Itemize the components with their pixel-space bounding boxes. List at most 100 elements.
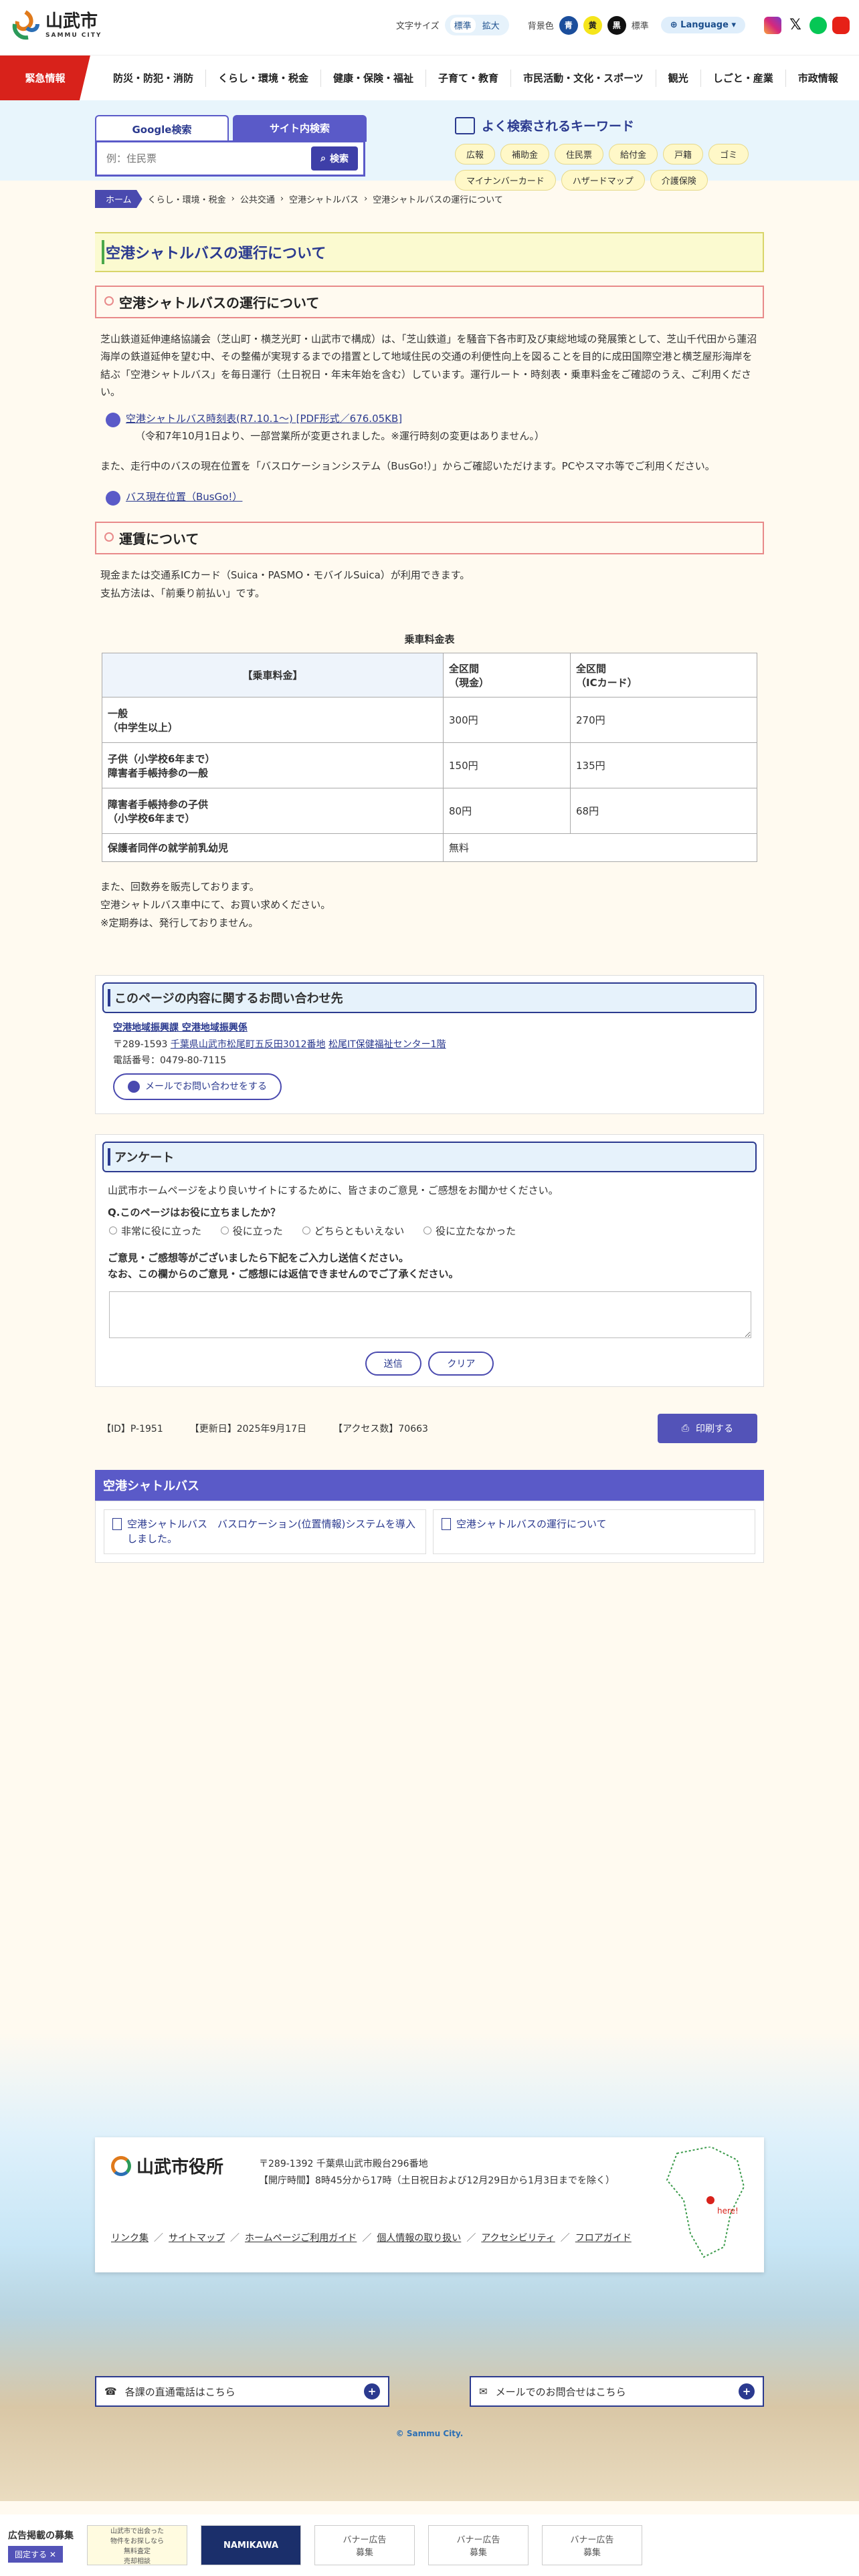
fare-row-label: 一般 （中学生以上） (102, 697, 444, 744)
survey-option[interactable]: 非常に役に立った (109, 1224, 201, 1238)
nav-item-culture[interactable]: 市民活動・文化・スポーツ (510, 69, 656, 87)
footer-hours: 【開庁時間】8時45分から17時（土日祝日および12月29日から1月3日までを除… (259, 2175, 615, 2187)
related-link[interactable]: 空港シャトルバス バスロケーション(位置情報)システムを導入しました。 (104, 1509, 426, 1554)
nav-item-education[interactable]: 子育て・教育 (425, 69, 510, 87)
mail-contact-button[interactable]: メールでお問い合わせをする (113, 1073, 282, 1101)
survey-send-button[interactable]: 送信 (365, 1351, 421, 1376)
breadcrumb-link[interactable]: 空港シャトルバス (289, 193, 359, 205)
footer-link[interactable]: リンク集 (111, 2231, 149, 2244)
ad-banner-placeholder[interactable]: バナー広告 募集 (542, 2525, 642, 2565)
footer-office-name: 山武市役所 (136, 2157, 224, 2177)
contact-box: このページの内容に関するお問い合わせ先 空港地域振興課 空港地域振興係 〒289… (95, 975, 764, 1115)
ad-pin-button[interactable]: 固定する ✕ (8, 2545, 63, 2563)
footer-card: 山武市役所 〒289-1392 千葉県山武市殿台296番地 【開庁時間】8時45… (95, 2137, 764, 2272)
bg-blue-button[interactable]: 青 (559, 15, 578, 35)
page-meta: 【ID】P-1951 【更新日】2025年9月17日 【アクセス数】70663 … (95, 1413, 764, 1443)
main-content: ホーム くらし・環境・税金 › 公共交通 › 空港シャトルバス › 空港シャトルバスの… (95, 190, 764, 1563)
x-icon[interactable]: 𝕏 (787, 16, 804, 34)
ad-banner[interactable]: 山武市で出会った 物件をお探しなら 無料査定 売却相談 (87, 2525, 187, 2565)
ad-banner[interactable]: NAMIKAWA (201, 2525, 301, 2565)
bg-yellow-button[interactable]: 黄 (583, 15, 602, 35)
printer-icon: ⎙ (681, 1422, 689, 1434)
keyword-tag[interactable]: ゴミ (708, 144, 749, 165)
fare-ic: 135円 (570, 742, 757, 789)
timetable-note: （令和7年10月1日より、一部営業所が変更されました。※運行時刻の変更はありませ… (135, 430, 545, 442)
busgo-link[interactable]: バス現在位置（BusGo!） (126, 490, 242, 504)
plus-icon: + (364, 2383, 380, 2399)
keyword-icon (455, 116, 475, 134)
fare-ic: 68円 (570, 788, 757, 835)
breadcrumb-current: 空港シャトルバスの運行について (373, 195, 503, 205)
plus-icon: + (739, 2383, 755, 2399)
mail-inquiry-button[interactable]: ✉ メールでのお問合せはこちら + (470, 2376, 764, 2407)
keyword-tag[interactable]: 給付金 (609, 144, 658, 165)
keyword-tag[interactable]: 介護保険 (650, 170, 708, 191)
survey-option[interactable]: どちらともいえない (302, 1224, 404, 1238)
font-size-standard[interactable]: 標準 (450, 17, 476, 33)
ad-banner-placeholder[interactable]: バナー広告 募集 (428, 2525, 529, 2565)
footer-link[interactable]: アクセシビリティ (481, 2231, 555, 2244)
fare-cash: 無料 (443, 833, 757, 863)
city-name: 山武市 (45, 11, 98, 31)
ad-recruit-label[interactable]: 広告掲載の募集 (8, 2529, 74, 2542)
survey-clear-button[interactable]: クリア (428, 1351, 494, 1376)
keyword-tag[interactable]: 住民票 (555, 144, 604, 165)
print-label: 印刷する (696, 1423, 733, 1434)
map-here-label: here! (717, 2206, 739, 2216)
language-label: Language (680, 20, 729, 30)
contact-address-link[interactable]: 千葉県山武市松尾町五反田3012番地 (171, 1039, 326, 1050)
contact-dept-link[interactable]: 空港地域振興課 空港地域振興係 (113, 1023, 248, 1033)
search-input[interactable] (102, 148, 312, 169)
survey-comment-field[interactable] (109, 1291, 751, 1338)
phone-directory-label: 各課の直通電話はこちら (124, 2385, 235, 2398)
keyword-tag[interactable]: 戸籍 (663, 144, 704, 165)
nav-item-tourism[interactable]: 観光 (655, 69, 700, 87)
keyword-tag[interactable]: ハザードマップ (561, 170, 645, 191)
fare-table: 【乗車料金】 全区間 （現金） 全区間 （ICカード） 一般 （中学生以上） 3… (102, 653, 757, 863)
survey-option[interactable]: 役に立った (220, 1224, 283, 1238)
tab-google-search[interactable]: Google検索 (95, 115, 229, 142)
keyword-tag[interactable]: マイナンバーカード (455, 170, 556, 191)
survey-option[interactable]: 役に立たなかった (423, 1224, 516, 1238)
youtube-icon[interactable] (832, 16, 850, 34)
footer-link[interactable]: 個人情報の取り扱い (377, 2231, 461, 2244)
footer-link[interactable]: ホームページご利用ガイド (245, 2231, 357, 2244)
fare-heading: 運賃について (95, 522, 764, 555)
nav-items: 防災・防犯・消防 くらし・環境・税金 健康・保険・福祉 子育て・教育 市民活動・… (101, 69, 850, 87)
breadcrumb-link[interactable]: くらし・環境・税金 (148, 193, 226, 205)
search-button[interactable]: ⌕ 検索 (311, 146, 358, 171)
language-button[interactable]: ⊕ Language ▾ (660, 17, 745, 33)
footer-link[interactable]: サイトマップ (169, 2231, 225, 2244)
nav-item-disaster[interactable]: 防災・防犯・消防 (101, 70, 205, 87)
survey-question: Q.このページはお役に立ちましたか？ (108, 1206, 281, 1218)
instagram-icon[interactable] (764, 16, 781, 34)
breadcrumb-link[interactable]: 公共交通 (240, 193, 275, 205)
related-link[interactable]: 空港シャトルバスの運行について (433, 1509, 755, 1554)
keyword-tag[interactable]: 補助金 (500, 144, 550, 165)
page-access-count: 【アクセス数】70663 (333, 1423, 428, 1434)
nav-item-health[interactable]: 健康・保険・福祉 (320, 69, 425, 87)
breadcrumb-home[interactable]: ホーム (95, 190, 142, 208)
nav-item-business[interactable]: しごと・産業 (700, 69, 785, 87)
line-icon[interactable] (809, 16, 827, 34)
phone-directory-button[interactable]: ☎ 各課の直通電話はこちら + (95, 2376, 389, 2407)
footer-link[interactable]: フロアガイド (575, 2231, 632, 2244)
timetable-pdf-link[interactable]: 空港シャトルバス時刻表(R7.10.1〜) [PDF形式／676.05KB] (126, 411, 402, 425)
survey-intro: 山武市ホームページをより良いサイトにするために、皆さまのご意見・ご感想をお聞かせ… (108, 1184, 559, 1197)
font-size-large[interactable]: 拡大 (478, 17, 504, 33)
tab-site-search[interactable]: サイト内検索 (233, 115, 367, 142)
nav-item-living[interactable]: くらし・環境・税金 (205, 69, 320, 87)
nav-item-government[interactable]: 市政情報 (785, 69, 850, 87)
site-logo[interactable]: 山武市 SAMMU CITY (9, 9, 102, 41)
font-size-label: 文字サイズ (396, 21, 440, 31)
keyword-tag[interactable]: 広報 (455, 144, 496, 165)
emergency-info-button[interactable]: 緊急情報 (0, 55, 90, 101)
page-id: 【ID】P-1951 (102, 1423, 163, 1434)
print-button[interactable]: ⎙ 印刷する (657, 1413, 757, 1443)
ad-banner-placeholder[interactable]: バナー広告 募集 (314, 2525, 415, 2565)
bg-standard-button[interactable]: 標準 (632, 19, 649, 31)
bg-black-button[interactable]: 黒 (607, 15, 626, 35)
contact-building-link[interactable]: 松尾IT保健福祉センター1階 (328, 1039, 446, 1050)
radio-icon (220, 1226, 229, 1235)
ticket-note: また、回数券を販売しております。 (100, 881, 260, 893)
